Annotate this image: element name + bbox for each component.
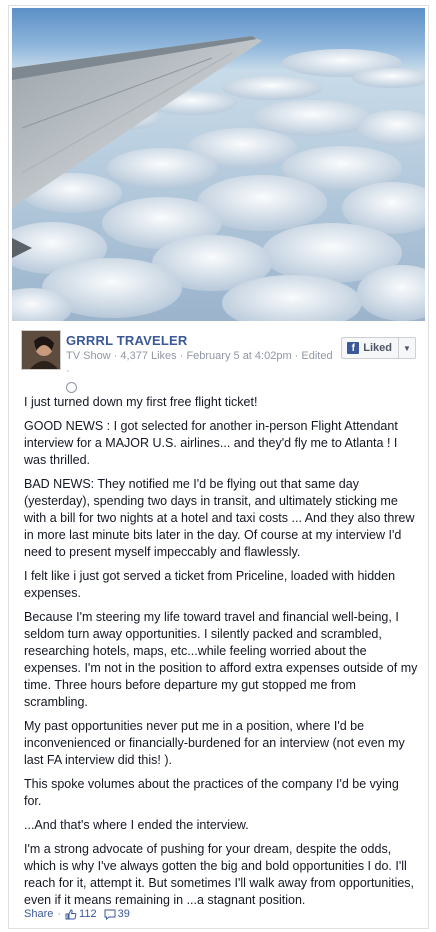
avatar-image bbox=[22, 331, 60, 369]
page-avatar[interactable] bbox=[21, 330, 61, 370]
likes-count-link[interactable]: 112 bbox=[65, 908, 97, 920]
airplane-wing-clouds-image bbox=[12, 8, 425, 321]
comment-icon bbox=[104, 909, 116, 920]
facebook-icon: f bbox=[347, 342, 360, 354]
chevron-down-icon[interactable]: ▼ bbox=[398, 338, 415, 358]
post-meta-text: TV Show · 4,377 Likes · February 5 at 4:… bbox=[66, 350, 333, 377]
post-paragraph: I felt like i just got served a ticket f… bbox=[24, 569, 396, 600]
post-meta: TV Show · 4,377 Likes · February 5 at 4:… bbox=[66, 349, 336, 394]
post-paragraph: Because I'm steering my life toward trav… bbox=[24, 610, 418, 709]
thumbs-up-icon bbox=[65, 908, 77, 919]
post-paragraph: My past opportunities never put me in a … bbox=[24, 719, 405, 767]
liked-button-main[interactable]: f Liked bbox=[342, 338, 398, 358]
post-header: GRRRL TRAVELER TV Show · 4,377 Likes · F… bbox=[9, 324, 428, 393]
liked-label: Liked bbox=[363, 342, 392, 354]
comments-count: 39 bbox=[117, 908, 130, 920]
liked-button[interactable]: f Liked ▼ bbox=[341, 337, 416, 359]
share-link[interactable]: Share bbox=[24, 908, 53, 920]
post-paragraph: BAD NEWS: They notified me I'd be flying… bbox=[24, 477, 415, 559]
post-paragraph: I just turned down my first free flight … bbox=[24, 395, 258, 409]
post-card: GRRRL TRAVELER TV Show · 4,377 Likes · F… bbox=[8, 5, 429, 929]
globe-icon[interactable] bbox=[66, 381, 77, 393]
page-name-link[interactable]: GRRRL TRAVELER bbox=[66, 333, 188, 348]
likes-count: 112 bbox=[79, 908, 97, 920]
post-paragraph: This spoke volumes about the practices o… bbox=[24, 777, 399, 808]
comments-count-link[interactable]: 39 bbox=[104, 908, 130, 920]
post-paragraph: GOOD NEWS : I got selected for another i… bbox=[24, 419, 398, 467]
post-photo[interactable] bbox=[12, 8, 425, 321]
post-paragraph: I'm a strong advocate of pushing for you… bbox=[24, 842, 415, 907]
post-body: I just turned down my first free flight … bbox=[24, 394, 419, 916]
footer-separator: · bbox=[57, 908, 62, 920]
post-paragraph: ...And that's where I ended the intervie… bbox=[24, 818, 249, 832]
post-footer: Share · 112 39 bbox=[24, 908, 130, 920]
